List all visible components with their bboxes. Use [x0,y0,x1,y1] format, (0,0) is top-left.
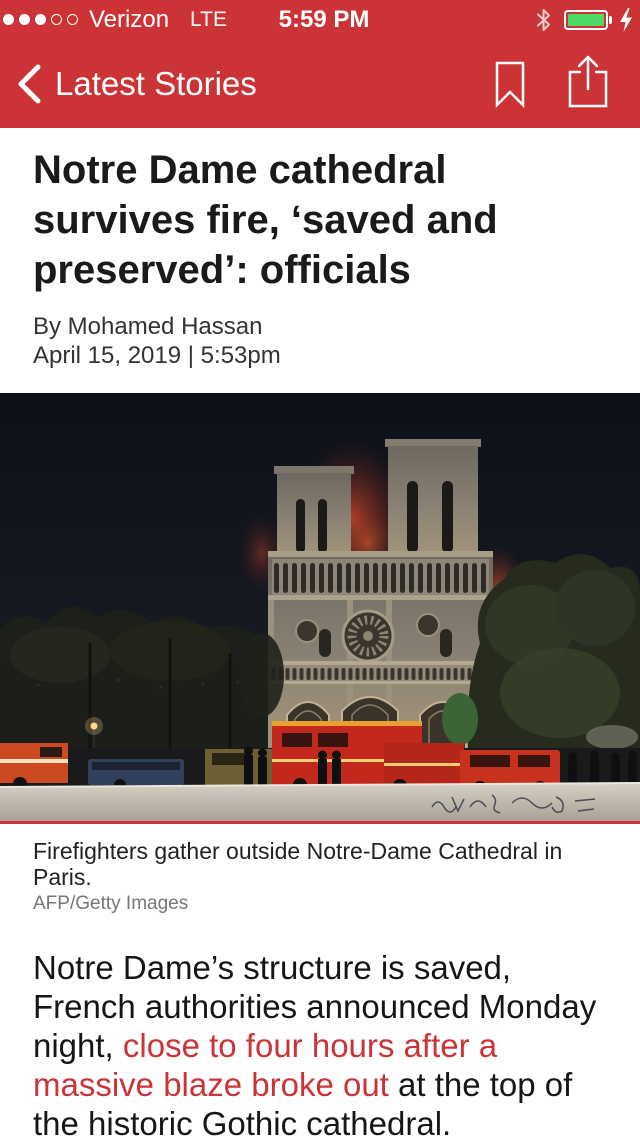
photo-caption: Firefighters gather outside Notre-Dame C… [33,838,563,890]
article-body: Notre Dame’s structure is saved, French … [33,948,608,1136]
nav-bar: Latest Stories [0,40,640,128]
network-type: LTE [190,8,227,31]
article-dateline: April 15, 2019 | 5:53pm [33,342,281,369]
article-photo[interactable] [0,393,640,824]
tree-foreground-left [240,633,284,717]
article-byline: By Mohamed Hassan [33,313,263,340]
back-button[interactable]: Latest Stories [0,40,280,128]
signal-strength-icon [3,14,78,26]
signal-dot-filled [35,14,46,25]
signal-dot-filled [19,14,30,25]
article-headline: Notre Dame cathedral survives fire, ‘sav… [33,148,498,292]
article-screen: Verizon LTE 5:59 PM Latest Stories Notre… [0,0,640,1136]
trees-left [0,606,276,755]
notre-dame-night-photo [0,393,640,821]
carrier-name: Verizon [89,6,170,33]
signal-dot-empty [67,14,78,25]
signal-dot-empty [51,14,62,25]
charging-bolt-icon [620,8,632,32]
battery-nub [609,16,612,24]
bookmark-icon[interactable] [494,60,526,108]
battery-level-fill [568,14,604,26]
status-time: 5:59 PM [278,6,370,33]
status-bar: Verizon LTE 5:59 PM [0,0,640,40]
stone-parapet [0,782,640,821]
bluetooth-icon [537,9,550,31]
battery-icon [564,10,608,30]
share-icon[interactable] [567,54,609,108]
chevron-left-icon [18,64,41,104]
photo-credit: AFP/Getty Images [33,893,189,914]
app-header: Verizon LTE 5:59 PM Latest Stories [0,0,640,128]
signal-dot-filled [3,14,14,25]
back-button-label: Latest Stories [55,65,257,102]
